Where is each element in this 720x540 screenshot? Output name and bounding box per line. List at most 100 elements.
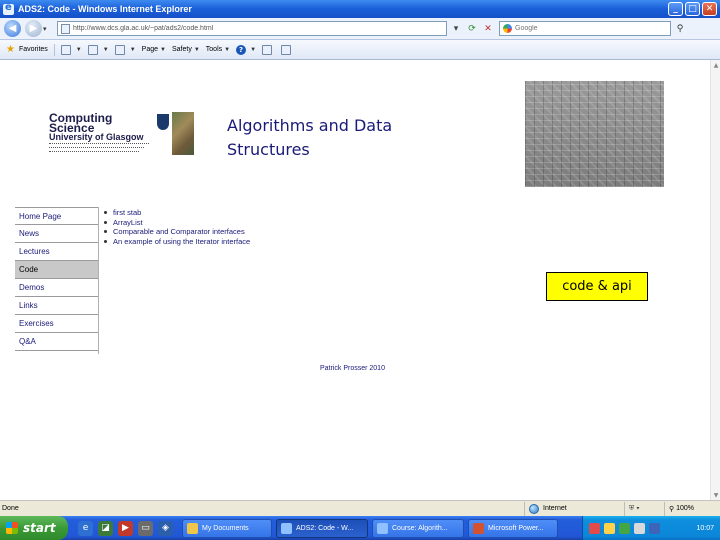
help-icon: ?: [236, 44, 247, 55]
address-field[interactable]: [57, 21, 447, 36]
search-icon[interactable]: ⚲: [673, 21, 687, 36]
globe-icon: [529, 503, 539, 514]
vertical-scrollbar[interactable]: ▲ ▼: [710, 60, 720, 500]
security-zone[interactable]: Internet: [524, 501, 624, 516]
logo-line-3: University of Glasgow: [49, 132, 144, 142]
university-logo[interactable]: Computing Science University of Glasgow: [47, 112, 195, 155]
start-button[interactable]: start: [0, 516, 68, 540]
scroll-up-icon[interactable]: ▲: [711, 60, 720, 70]
address-dropdown-icon[interactable]: ▾: [449, 21, 463, 36]
task-label: My Documents: [202, 524, 249, 532]
logo-address-line: [49, 151, 139, 153]
list-item[interactable]: first stab: [104, 208, 250, 218]
minimize-button[interactable]: _: [668, 2, 683, 16]
page-menu[interactable]: Page ▼: [142, 46, 166, 53]
help-menu[interactable]: ? ▼: [236, 44, 257, 55]
safety-menu[interactable]: Safety ▼: [172, 46, 200, 53]
tower-photo: [172, 112, 194, 155]
code-link[interactable]: first stab: [113, 208, 141, 217]
back-button[interactable]: ◀: [4, 20, 21, 37]
nav-item-links[interactable]: Links: [15, 297, 99, 315]
print-button[interactable]: ▼: [114, 44, 136, 55]
logo-address-line: [49, 147, 144, 149]
code-link[interactable]: An example of using the Iterator interfa…: [113, 237, 250, 246]
tray-icon[interactable]: [649, 522, 660, 534]
explorer-quicklaunch-icon[interactable]: ◪: [98, 520, 113, 536]
close-button[interactable]: ✕: [702, 2, 717, 16]
quick-launch: e ◪ ▶ ▭ ◈: [78, 520, 178, 536]
desktop-quicklaunch-icon[interactable]: ▭: [138, 520, 153, 536]
add-favorite-button[interactable]: ▼: [60, 44, 82, 55]
header-mosaic-image: [525, 81, 664, 187]
task-powerpoint[interactable]: Microsoft Power...: [468, 518, 558, 538]
tools-menu[interactable]: Tools ▼: [206, 46, 230, 53]
side-navigation: Home Page News Lectures Code Demos Links…: [15, 207, 99, 351]
feed-icon: [87, 44, 98, 55]
nav-divider: [98, 207, 99, 354]
nav-item-lectures[interactable]: Lectures: [15, 243, 99, 261]
tools-menu-label: Tools: [205, 46, 223, 53]
windows-taskbar: start e ◪ ▶ ▭ ◈ My Documents ADS2: Code …: [0, 516, 720, 540]
tray-icon[interactable]: [604, 522, 615, 534]
scroll-down-icon[interactable]: ▼: [711, 490, 720, 500]
task-course-algorithms[interactable]: Course: Algorith...: [372, 518, 464, 538]
zoom-icon: ⚲: [669, 505, 677, 513]
maximize-button[interactable]: □: [685, 2, 700, 16]
nav-item-q-and-a[interactable]: Q&A: [15, 333, 99, 351]
print-icon: [114, 44, 125, 55]
ie-icon: [377, 522, 388, 534]
stop-icon[interactable]: ✕: [481, 21, 495, 36]
star-icon: ★: [6, 43, 15, 55]
page-title-line-2: Structures: [227, 140, 310, 159]
favorites-button[interactable]: ★ Favorites: [6, 43, 48, 55]
refresh-icon[interactable]: ⟳: [465, 21, 479, 36]
window-titlebar: ADS2: Code - Windows Internet Explorer _…: [0, 0, 720, 18]
url-input[interactable]: [73, 25, 433, 32]
callout-box: code & api: [546, 272, 648, 301]
zoom-control[interactable]: ⚲ 100%: [664, 501, 720, 516]
page-title-line-1: Algorithms and Data: [227, 116, 393, 135]
ie-quicklaunch-icon[interactable]: e: [78, 520, 93, 536]
media-quicklaunch-icon[interactable]: ▶: [118, 520, 133, 536]
nav-item-news[interactable]: News: [15, 225, 99, 243]
tray-icon[interactable]: [589, 522, 600, 534]
bluetooth-icon: [281, 44, 292, 55]
chevron-down-icon: ▼: [250, 46, 257, 53]
ie-logo-icon: [3, 2, 14, 15]
app-quicklaunch-icon[interactable]: ◈: [158, 520, 173, 536]
zone-label: Internet: [543, 505, 567, 512]
feeds-button[interactable]: ▼: [87, 44, 109, 55]
bullet-icon: [104, 230, 107, 234]
zoom-level: 100%: [676, 505, 694, 512]
nav-item-home-page[interactable]: Home Page: [15, 207, 99, 225]
command-bar: ★ Favorites ▼ ▼ ▼ Page ▼ Safety ▼ Tools …: [0, 40, 720, 60]
task-my-documents[interactable]: My Documents: [182, 518, 272, 538]
code-link-list: first stab ArrayList Comparable and Comp…: [104, 208, 250, 246]
protected-mode[interactable]: ⛨ ▾: [624, 501, 664, 516]
nav-item-demos[interactable]: Demos: [15, 279, 99, 297]
list-item[interactable]: An example of using the Iterator interfa…: [104, 237, 250, 247]
bullet-icon: [104, 211, 107, 215]
chevron-down-icon: ▼: [160, 46, 166, 53]
tray-icon[interactable]: [634, 522, 645, 534]
research-button[interactable]: [262, 44, 275, 55]
search-input[interactable]: [515, 25, 665, 32]
task-ads2-code[interactable]: ADS2: Code - W...: [276, 518, 368, 538]
add-favorite-icon: [60, 44, 71, 55]
status-bar: Done Internet ⛨ ▾ ⚲ 100%: [0, 500, 720, 516]
nav-item-code[interactable]: Code: [15, 261, 99, 279]
code-link[interactable]: Comparable and Comparator interfaces: [113, 227, 245, 236]
nav-item-exercises[interactable]: Exercises: [15, 315, 99, 333]
bullet-icon: [104, 220, 107, 224]
forward-button[interactable]: ▶: [25, 20, 42, 37]
chevron-down-icon: ▼: [102, 46, 109, 53]
separator: [53, 43, 55, 56]
search-field[interactable]: [499, 21, 671, 36]
history-dropdown-icon[interactable]: ▾: [43, 25, 51, 33]
list-item[interactable]: Comparable and Comparator interfaces: [104, 227, 250, 237]
bluetooth-button[interactable]: [281, 44, 294, 55]
list-item[interactable]: ArrayList: [104, 218, 250, 228]
tray-icon[interactable]: [619, 522, 630, 534]
safety-menu-label: Safety: [171, 46, 192, 53]
code-link[interactable]: ArrayList: [113, 218, 143, 227]
